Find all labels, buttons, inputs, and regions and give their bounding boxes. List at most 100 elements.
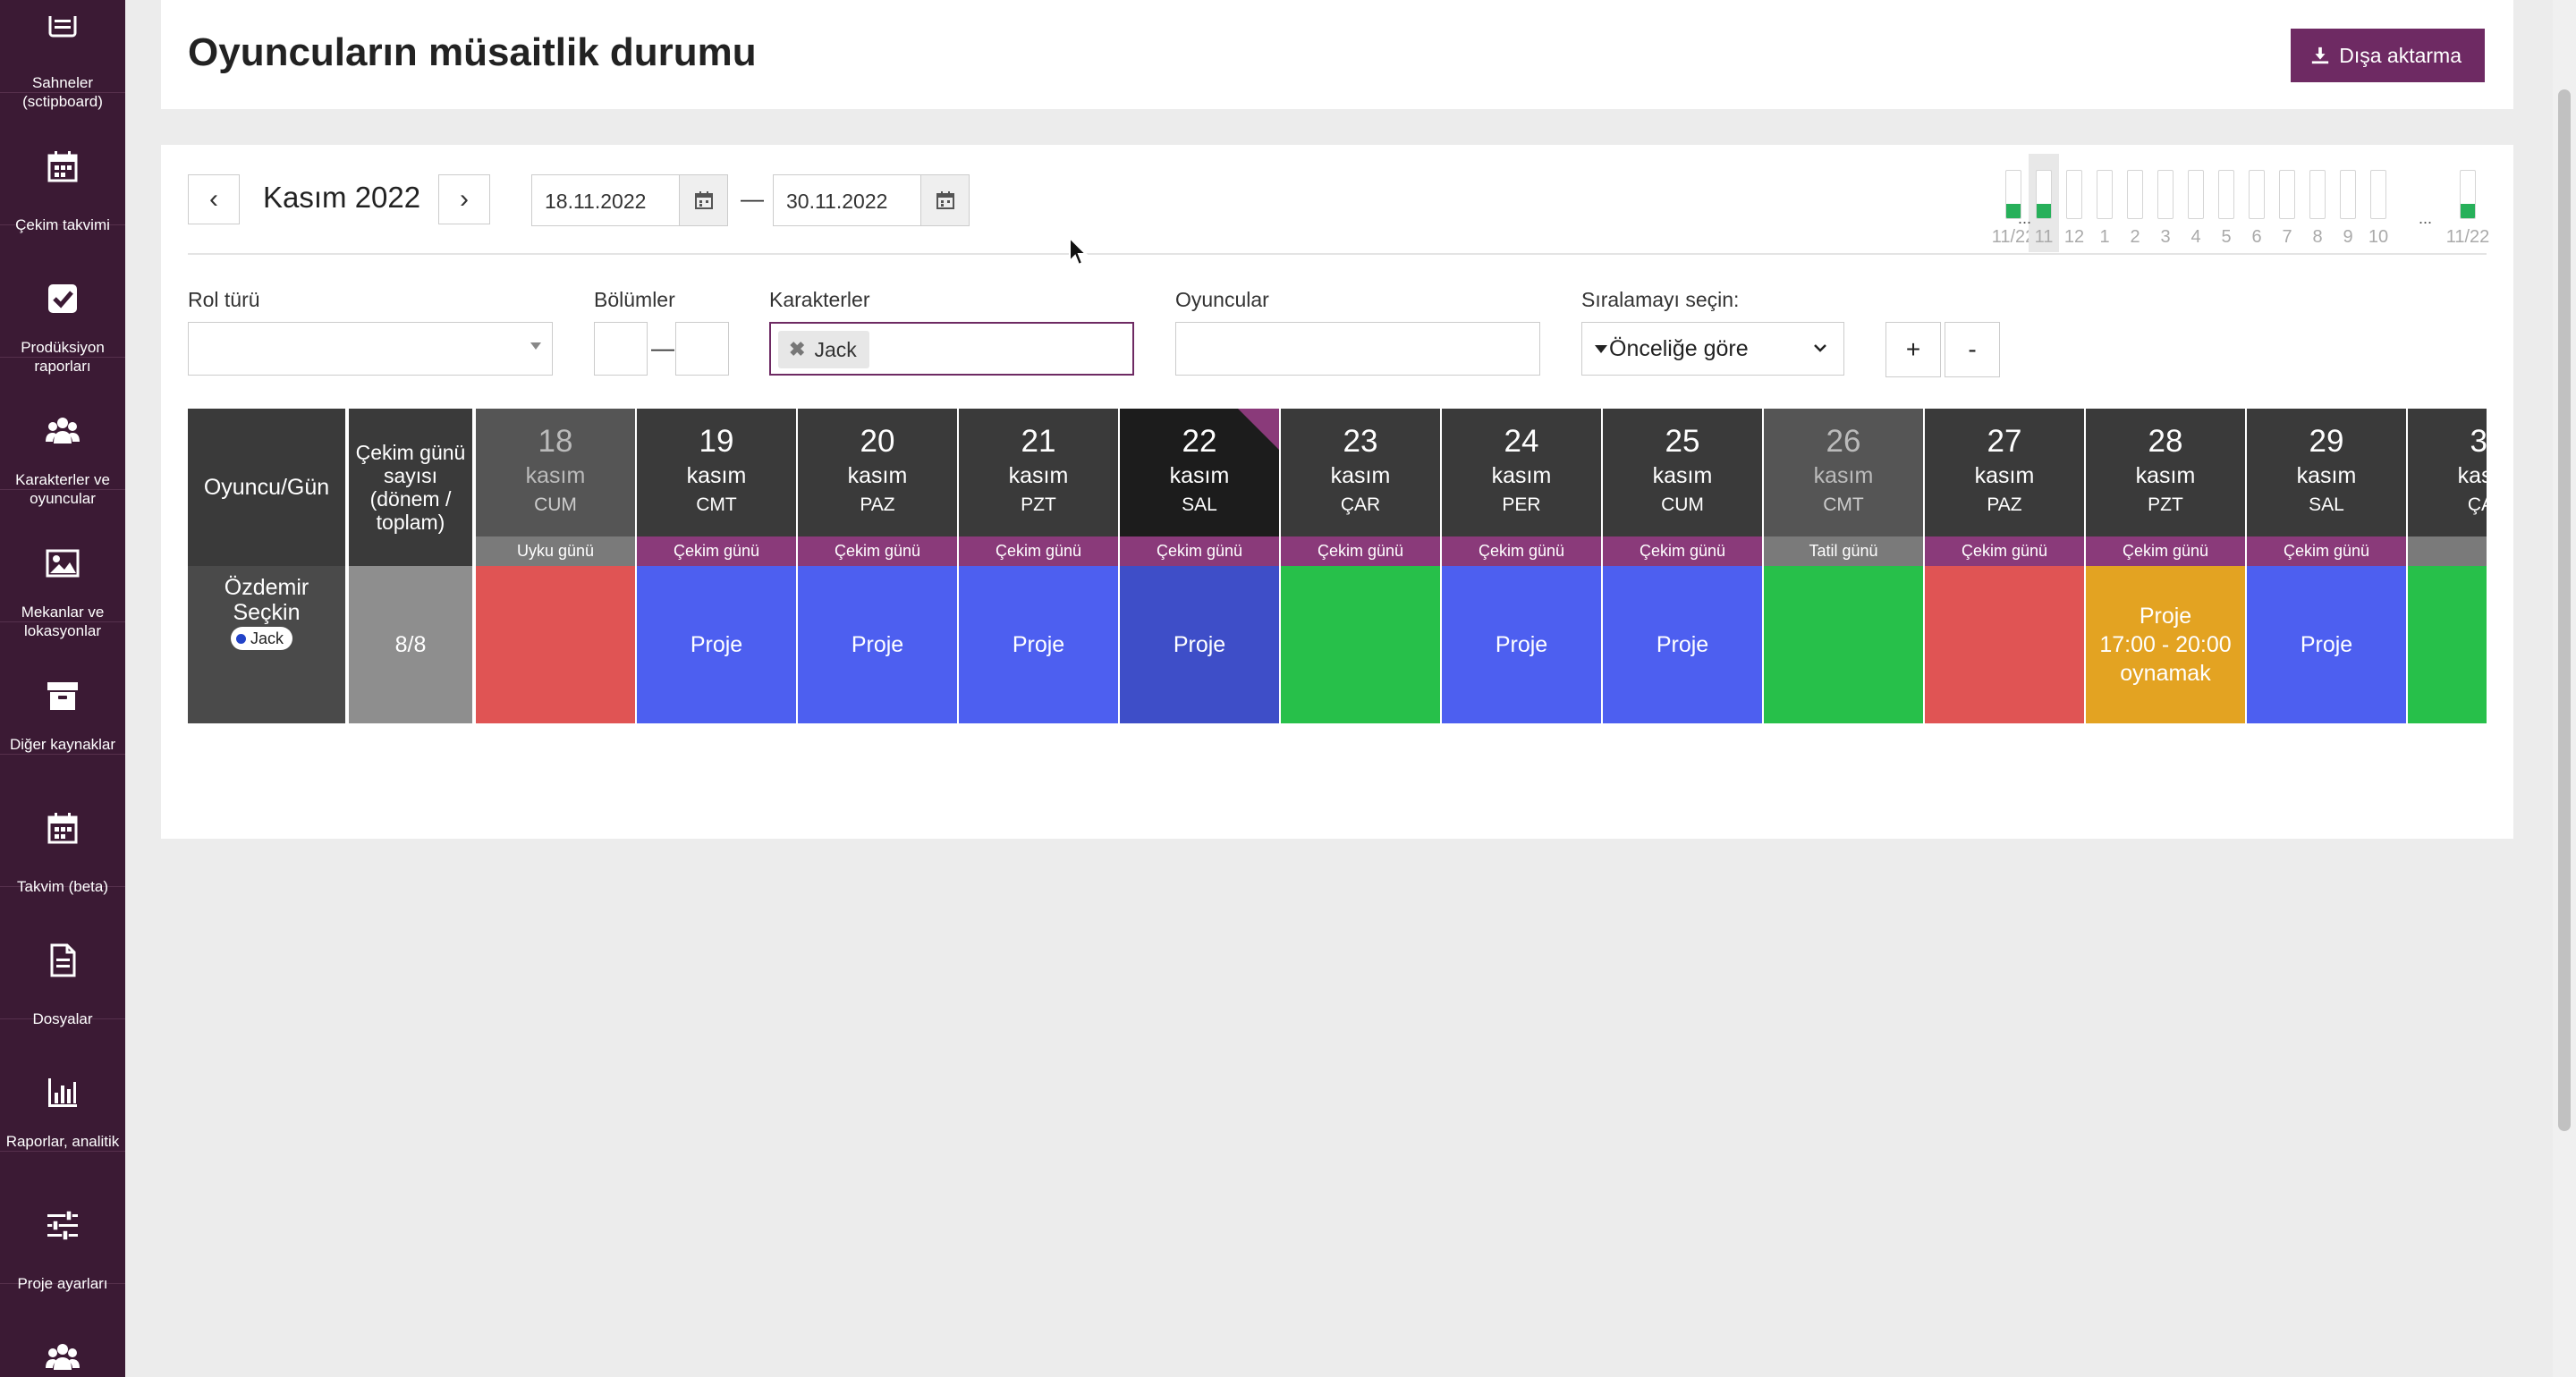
sort-select[interactable]: Önceliğe göre [1581, 322, 1844, 376]
role-type-select[interactable] [188, 322, 553, 376]
day-header-month: kasım [686, 463, 747, 488]
day-header[interactable]: 21 kasım PZT [959, 409, 1120, 536]
availability-cell[interactable] [1764, 566, 1925, 723]
day-type-label: Çekim günü [637, 536, 798, 566]
calendar-icon [45, 148, 80, 184]
shooting-count-cell: 8/8 [349, 566, 474, 723]
sidebar-item-3[interactable]: Prodüksiyon raporları [0, 225, 125, 375]
availability-cell[interactable]: Proje [959, 566, 1120, 723]
availability-cell[interactable] [1925, 566, 2086, 723]
character-badge: Jack [231, 627, 293, 650]
date-range-separator: — [741, 185, 764, 212]
day-header[interactable]: 28 kasım PZT [2086, 409, 2247, 536]
sidebar-item-9[interactable]: Raporlar, analitik [0, 1019, 125, 1152]
users-icon [45, 1339, 80, 1375]
actor-cell[interactable]: Özdemir Seçkin Jack [188, 566, 347, 723]
sidebar-item-7[interactable]: Takvim (beta) [0, 755, 125, 895]
episode-to-input[interactable] [675, 322, 729, 376]
export-button[interactable]: Dışa aktarma [2291, 29, 2485, 82]
zoom-in-button[interactable]: + [1885, 322, 1941, 377]
availability-cell[interactable]: Proje [2247, 566, 2408, 723]
day-header-day: 19 [699, 424, 734, 459]
sort-direction-icon [1595, 345, 1607, 353]
day-header[interactable]: 20 kasım PAZ [798, 409, 959, 536]
availability-cell-text: Proje [1656, 632, 1709, 657]
date-from-input[interactable]: 18.11.2022 [531, 174, 728, 226]
role-type-label: Rol türü [188, 288, 260, 311]
page-title: Oyuncuların müsaitlik durumu [188, 30, 757, 74]
sidebar-item-6[interactable]: Diğer kaynaklar [0, 622, 125, 755]
mini-chart-bar-fill [2461, 204, 2475, 218]
characters-input[interactable]: ✖ Jack [769, 322, 1134, 376]
sidebar-item-1[interactable]: Sahneler (sctipboard) [0, 0, 125, 110]
mini-chart-label: 10 [2368, 227, 2389, 247]
day-header[interactable]: 25 kasım CUM [1603, 409, 1764, 536]
day-header-weekday: CUM [534, 494, 577, 515]
date-to-input[interactable]: 30.11.2022 [773, 174, 970, 226]
day-header-weekday: CMT [1823, 494, 1864, 515]
sidebar-item-5[interactable]: Mekanlar ve lokasyonlar [0, 490, 125, 639]
day-header-weekday: PZT [1021, 494, 1056, 515]
day-header[interactable]: 29 kasım SAL [2247, 409, 2408, 536]
availability-cell[interactable] [2408, 566, 2487, 723]
export-button-label: Dışa aktarma [2339, 43, 2462, 67]
day-header[interactable]: 23 kasım ÇAR [1281, 409, 1442, 536]
availability-cell[interactable]: Proje 17:00 - 20:00 oynamak [2086, 566, 2247, 723]
day-header-weekday: ÇAR [1340, 494, 1381, 515]
availability-cell-text: Proje [690, 632, 743, 657]
sidebar-item-4[interactable]: Karakterler ve oyuncular [0, 358, 125, 507]
day-header-month: kasım [525, 463, 586, 488]
sort-label: Sıralamayı seçin: [1581, 288, 1740, 311]
chevron-down-icon [1814, 344, 1826, 352]
availability-cell[interactable]: Proje [798, 566, 959, 723]
prev-month-button[interactable]: ‹ [188, 174, 240, 224]
availability-cell[interactable]: Proje [1120, 566, 1281, 723]
image-icon [45, 545, 80, 581]
sidebar-item-8[interactable]: Dosyalar [0, 887, 125, 1027]
sidebar: Sahneler (sctipboard) Çekim takvimi Prodük… [0, 0, 125, 1377]
day-type-label: Çekim günü [1281, 536, 1442, 566]
calendar-icon[interactable] [920, 175, 969, 225]
day-header-weekday: CMT [696, 494, 737, 515]
next-month-button[interactable]: › [438, 174, 490, 224]
download-icon [2312, 46, 2329, 64]
page-scrollbar[interactable] [2553, 0, 2576, 1377]
mini-chart-bar[interactable]: 11/22 [2446, 154, 2489, 252]
episodes-label: Bölümler [594, 288, 675, 311]
actors-input[interactable] [1175, 322, 1540, 376]
day-header[interactable]: 18 kasım CUM [476, 409, 637, 536]
mini-chart-bar[interactable]: 10 [2363, 154, 2394, 252]
day-type-label [2408, 536, 2487, 566]
episode-from-input[interactable] [594, 322, 648, 376]
day-header[interactable]: 27 kasım PAZ [1925, 409, 2086, 536]
day-header[interactable]: 22 kasım SAL [1120, 409, 1281, 536]
zoom-out-button[interactable]: - [1945, 322, 2000, 377]
character-tag[interactable]: ✖ Jack [778, 331, 869, 368]
day-header-month: kasım [2457, 463, 2487, 488]
sidebar-item-11[interactable]: Kullanıcı ve [0, 1284, 125, 1377]
sidebar-item-label: Raporlar, analitik [5, 1133, 120, 1150]
availability-cell[interactable]: Proje [1442, 566, 1603, 723]
calendar-icon[interactable] [679, 175, 727, 225]
day-header-weekday: PER [1502, 494, 1541, 515]
remove-tag-icon[interactable]: ✖ [789, 338, 805, 361]
day-header-weekday: PAZ [860, 494, 895, 515]
period-mini-chart: 11/22 11 12 1 2 3 4 5 6 7 8 9 10 11/22...... [1992, 154, 2499, 252]
actor-name: Özdemir Seçkin [224, 575, 309, 625]
availability-cell[interactable] [1281, 566, 1442, 723]
actor-day-header: Oyuncu/Gün [188, 409, 347, 566]
sidebar-item-10[interactable]: Proje ayarları [0, 1152, 125, 1292]
day-header[interactable]: 24 kasım PER [1442, 409, 1603, 536]
availability-cell-text: Proje [1173, 632, 1226, 657]
day-header[interactable]: 30 kasım ÇAR [2408, 409, 2487, 536]
day-header[interactable]: 19 kasım CMT [637, 409, 798, 536]
day-header[interactable]: 26 kasım CMT [1764, 409, 1925, 536]
availability-cell[interactable]: Proje [637, 566, 798, 723]
actors-label: Oyuncular [1175, 288, 1269, 311]
day-header-month: kasım [2296, 463, 2357, 488]
sidebar-item-2[interactable]: Çekim takvimi [0, 93, 125, 233]
availability-table: Oyuncu/Gün Çekim günü sayısı (dönem / to… [188, 409, 2487, 731]
availability-cell[interactable] [476, 566, 637, 723]
availability-cell[interactable]: Proje [1603, 566, 1764, 723]
page-scrollbar-thumb[interactable] [2558, 89, 2571, 1131]
